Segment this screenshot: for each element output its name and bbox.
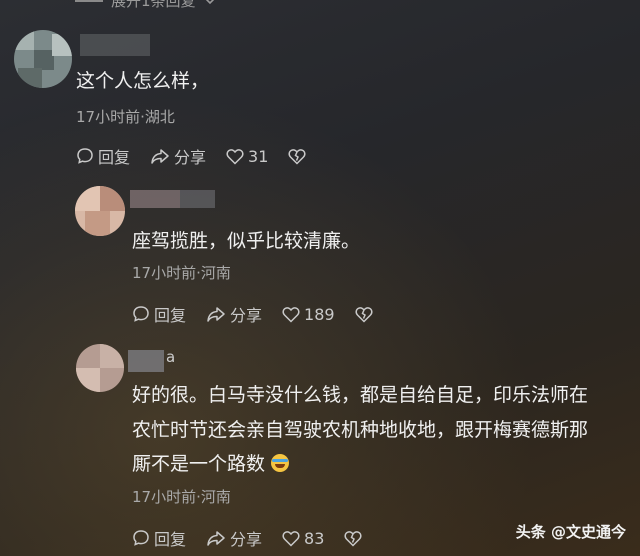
- like-count: 189: [304, 304, 335, 324]
- heart-icon: [282, 306, 300, 323]
- username-blurred[interactable]: [80, 34, 150, 56]
- avatar[interactable]: [75, 186, 125, 236]
- comment-meta: 17小时前·湖北: [76, 108, 175, 126]
- heart-icon: [226, 148, 244, 165]
- comment-actions: 回复 分享 189: [132, 302, 393, 326]
- share-label: 分享: [230, 306, 263, 325]
- username-tail: a: [166, 348, 176, 366]
- laughing-crying-emoji-icon: [271, 454, 290, 472]
- avatar[interactable]: [14, 30, 72, 88]
- username-blurred[interactable]: [128, 350, 164, 372]
- like-count: 83: [304, 528, 325, 548]
- share-button[interactable]: 分享: [206, 302, 262, 326]
- heart-icon: [282, 530, 300, 547]
- dislike-button[interactable]: [344, 530, 362, 547]
- comment-actions: 回复 分享 83: [132, 526, 382, 550]
- comment-actions: 回复 分享 31: [76, 144, 326, 168]
- username-blurred[interactable]: [130, 190, 180, 208]
- share-label: 分享: [174, 148, 207, 167]
- like-button[interactable]: 189: [282, 305, 335, 324]
- reply-button[interactable]: 回复: [132, 526, 186, 550]
- dislike-button[interactable]: [355, 306, 373, 323]
- expand-replies-label: 展开1条回复: [111, 0, 196, 10]
- reply-icon: [133, 530, 149, 546]
- comment-text-line-2: 农忙时节还会亲自驾驶农机种地收地，跟开梅赛德斯那: [132, 419, 589, 441]
- share-icon: [207, 307, 225, 322]
- chevron-down-icon: [205, 0, 214, 4]
- share-icon: [207, 531, 225, 546]
- share-button[interactable]: 分享: [150, 144, 206, 168]
- like-button[interactable]: 83: [282, 529, 324, 548]
- broken-heart-icon: [355, 306, 373, 323]
- username-blurred-extra: [180, 190, 215, 208]
- broken-heart-icon: [288, 148, 306, 165]
- dislike-button[interactable]: [288, 148, 306, 165]
- reply-label: 回复: [154, 306, 187, 325]
- reply-icon: [133, 306, 149, 322]
- like-button[interactable]: 31: [226, 147, 268, 166]
- share-icon: [151, 149, 169, 164]
- comment-text-line-3-text: 厮不是一个路数: [132, 453, 266, 475]
- like-count: 31: [248, 146, 269, 166]
- share-label: 分享: [230, 530, 263, 549]
- watermark: 头条 @文史通今: [515, 523, 626, 541]
- reply-label: 回复: [98, 148, 131, 167]
- reply-label: 回复: [154, 530, 187, 549]
- comment-text: 这个人怎么样，: [76, 70, 210, 92]
- comment-meta: 17小时前·河南: [132, 488, 231, 506]
- comment-meta: 17小时前·河南: [132, 264, 231, 282]
- broken-heart-icon: [344, 530, 362, 547]
- share-button[interactable]: 分享: [206, 526, 262, 550]
- reply-button[interactable]: 回复: [132, 302, 186, 326]
- comment-text: 座驾揽胜，似乎比较清廉。: [132, 230, 361, 252]
- reply-icon: [77, 148, 93, 164]
- comment-text-line-1: 好的很。白马寺没什么钱，都是自给自足，印乐法师在: [132, 384, 589, 406]
- avatar[interactable]: [76, 344, 124, 392]
- comment-text-line-3: 厮不是一个路数: [132, 449, 290, 480]
- divider-line: [75, 0, 103, 2]
- expand-replies-link[interactable]: 展开1条回复: [75, 0, 216, 11]
- reply-button[interactable]: 回复: [76, 144, 130, 168]
